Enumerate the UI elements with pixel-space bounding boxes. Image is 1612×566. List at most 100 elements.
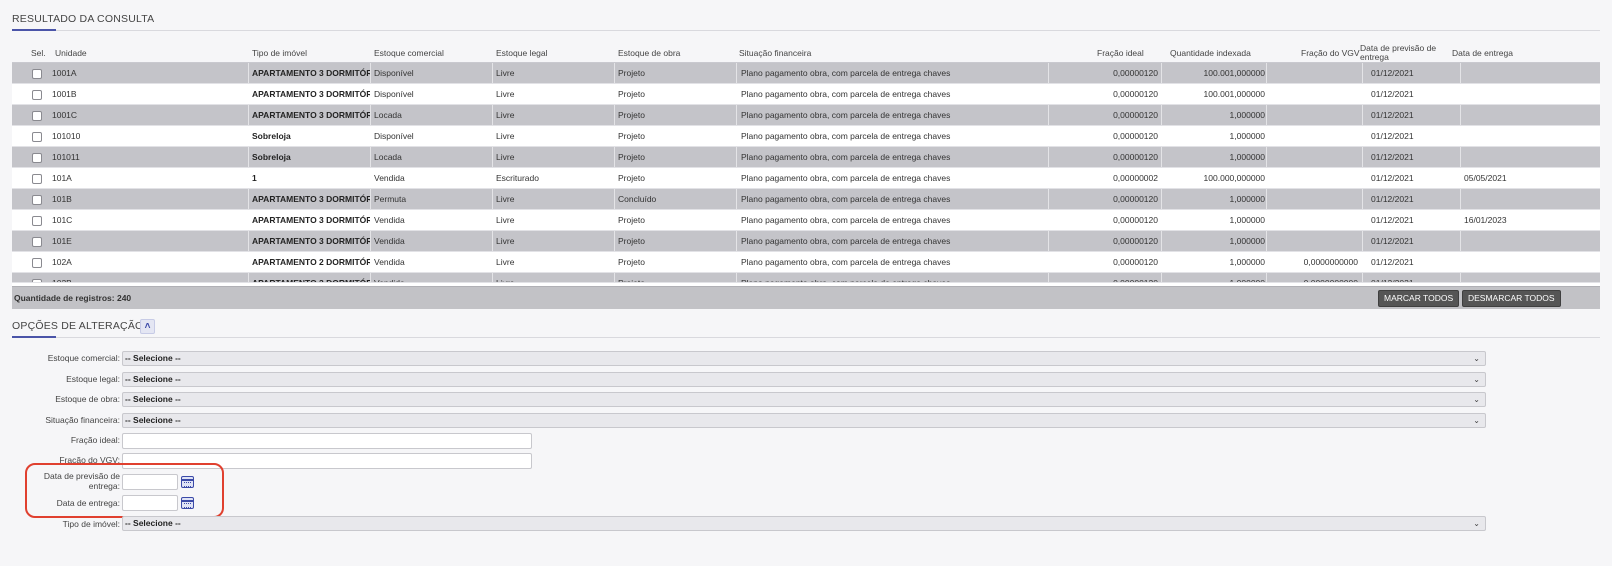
cell-vgv (1270, 84, 1358, 105)
options-section-title: OPÇÕES DE ALTERAÇÃO (12, 320, 144, 332)
table-row[interactable]: 1001B APARTAMENTO 3 DORMITÓRIOS Disponível… (12, 84, 1600, 105)
estoque-legal-label: Estoque legal: (66, 374, 120, 384)
tipo-imovel-label: Tipo de imóvel: (62, 519, 120, 529)
chevron-down-icon: ⌄ (1473, 395, 1480, 404)
table-row[interactable]: 101A 1 Vendida Escriturado Projeto Plano paga… (12, 168, 1600, 189)
row-checkbox[interactable] (32, 279, 42, 282)
cell-vgv: 0,0000000000 (1303, 278, 1358, 283)
cell-tipo: APARTAMENTO 3 DORMITÓRIOS (252, 68, 370, 78)
row-checkbox[interactable] (32, 69, 42, 79)
cell-comercial: Vendida (374, 278, 405, 283)
table-row[interactable]: 101C APARTAMENTO 3 DORMITÓRIOS Vendida Livr… (12, 210, 1600, 231)
table-row[interactable]: 101010 Sobreloja Disponível Livre Projeto Pla… (12, 126, 1600, 147)
table-row[interactable]: 102B APARTAMENTO 3 DORMITÓRIOS Vendida Livr… (12, 273, 1600, 283)
col-header-obra[interactable]: Estoque de obra (618, 42, 680, 64)
cell-legal: Livre (496, 131, 515, 141)
col-header-legal[interactable]: Estoque legal (496, 42, 548, 64)
row-checkbox[interactable] (32, 111, 42, 121)
row-checkbox[interactable] (32, 153, 42, 163)
cell-vgv (1270, 231, 1358, 252)
column-separator (1048, 231, 1049, 251)
cell-qtd: 1,000000 (1229, 278, 1265, 283)
row-checkbox[interactable] (32, 195, 42, 205)
column-separator (1362, 189, 1363, 209)
table-row[interactable]: 101E APARTAMENTO 3 DORMITÓRIOS Vendida Livr… (12, 231, 1600, 252)
column-separator (1266, 189, 1267, 209)
unmark-all-button[interactable]: DESMARCAR TODOS (1462, 290, 1561, 307)
estoque-obra-select[interactable]: -- Selecione -- ⌄ (122, 392, 1486, 407)
col-header-vgv[interactable]: Fração do VGV (1301, 42, 1360, 64)
cell-unidade: 101010 (52, 131, 81, 141)
cell-legal: Livre (496, 194, 515, 204)
row-checkbox[interactable] (32, 258, 42, 268)
col-header-qtd[interactable]: Quantidade indexada (1170, 42, 1251, 64)
cell-qtd: 100.000,000000 (1203, 173, 1265, 183)
cell-obra: Projeto (618, 68, 645, 78)
row-checkbox[interactable] (32, 174, 42, 184)
cell-vgv (1270, 189, 1358, 210)
mark-all-button[interactable]: MARCAR TODOS (1378, 290, 1460, 307)
column-separator (492, 231, 493, 251)
column-separator (1048, 273, 1049, 282)
row-checkbox[interactable] (32, 216, 42, 226)
cell-unidade: 101A (52, 173, 72, 183)
cell-comercial: Vendida (374, 215, 405, 225)
col-header-fracao[interactable]: Fração ideal (1097, 42, 1144, 64)
col-header-previsao[interactable]: Data de previsão de entrega (1360, 42, 1444, 64)
cell-tipo: Sobreloja (252, 152, 291, 162)
situacao-financeira-select[interactable]: -- Selecione -- ⌄ (122, 413, 1486, 428)
cell-previsao: 01/12/2021 (1371, 110, 1414, 120)
column-separator (614, 105, 615, 125)
chevron-double-up-icon[interactable]: ˄ (140, 319, 155, 334)
column-separator (736, 63, 737, 83)
cell-vgv (1270, 168, 1358, 189)
cell-comercial: Vendida (374, 236, 405, 246)
estoque-legal-value: -- Selecione -- (125, 374, 181, 384)
column-separator (736, 273, 737, 282)
cell-qtd: 1,000000 (1229, 110, 1265, 120)
cell-financeira: Plano pagamento obra, com parcela de ent… (741, 89, 951, 99)
cell-fracao: 0,00000120 (1113, 257, 1158, 267)
table-row[interactable]: 1001C APARTAMENTO 3 DORMITÓRIOS Locada Livr… (12, 105, 1600, 126)
column-separator (1266, 105, 1267, 125)
col-header-tipo[interactable]: Tipo de imóvel (252, 42, 307, 64)
cell-qtd: 1,000000 (1229, 215, 1265, 225)
situacao-financeira-value: -- Selecione -- (125, 415, 181, 425)
col-header-unidade[interactable]: Unidade (55, 42, 87, 64)
col-header-sel[interactable]: Sel. (31, 42, 46, 64)
estoque-obra-label: Estoque de obra: (55, 394, 120, 404)
record-count: Quantidade de registros: 240 (14, 293, 132, 303)
estoque-legal-select[interactable]: -- Selecione -- ⌄ (122, 372, 1486, 387)
row-checkbox[interactable] (32, 90, 42, 100)
cell-entrega (1464, 84, 1544, 105)
cell-legal: Livre (496, 215, 515, 225)
estoque-comercial-select[interactable]: -- Selecione -- ⌄ (122, 351, 1486, 366)
tipo-imovel-value: -- Selecione -- (125, 518, 181, 528)
table-row[interactable]: 101011 Sobreloja Locada Livre Projeto Plano p… (12, 147, 1600, 168)
cell-fracao: 0,00000120 (1113, 236, 1158, 246)
row-checkbox[interactable] (32, 132, 42, 142)
column-separator (248, 273, 249, 282)
cell-unidade: 1001B (52, 89, 77, 99)
col-header-entrega[interactable]: Data de entrega (1452, 42, 1513, 64)
chevron-down-icon: ⌄ (1473, 416, 1480, 425)
table-row[interactable]: 101B APARTAMENTO 3 DORMITÓRIOS Permuta Livr… (12, 189, 1600, 210)
table-row[interactable]: 1001A APARTAMENTO 3 DORMITÓRIOS Disponível… (12, 63, 1600, 84)
column-separator (1266, 231, 1267, 251)
row-checkbox[interactable] (32, 237, 42, 247)
col-header-financeira[interactable]: Situação financeira (739, 42, 811, 64)
col-header-comercial[interactable]: Estoque comercial (374, 42, 444, 64)
column-separator (1460, 105, 1461, 125)
cell-vgv (1270, 126, 1358, 147)
column-separator (1362, 273, 1363, 282)
table-row[interactable]: 102A APARTAMENTO 2 DORMITÓRIOS Vendida Livr… (12, 252, 1600, 273)
cell-previsao: 01/12/2021 (1371, 152, 1414, 162)
cell-previsao: 01/12/2021 (1371, 68, 1414, 78)
tipo-imovel-select[interactable]: -- Selecione -- ⌄ (122, 516, 1486, 531)
cell-financeira: Plano pagamento obra, com parcela de ent… (741, 257, 951, 267)
column-separator (1048, 105, 1049, 125)
fracao-ideal-input[interactable] (122, 433, 532, 449)
highlight-annotation (25, 463, 224, 518)
cell-qtd: 1,000000 (1229, 257, 1265, 267)
column-separator (1048, 189, 1049, 209)
